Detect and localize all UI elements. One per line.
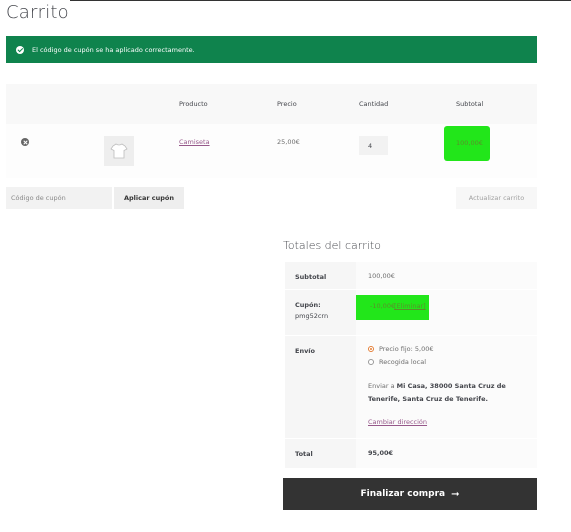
shipping-flat-label[interactable]: Precio fijo: 5,00€ (379, 345, 434, 353)
cart-table-header: Producto Precio Cantidad Subtotal (6, 84, 537, 124)
coupon-cell: -10,00€ [Eliminar] (356, 290, 537, 335)
checkout-label: Finalizar compra (360, 489, 446, 499)
product-price: 25,00€ (277, 138, 300, 146)
page-title: Carrito (6, 2, 69, 23)
tshirt-icon (110, 143, 128, 159)
coupon-discount: -10,00€ (370, 302, 396, 310)
row-subtotal: 100,00€ (456, 139, 483, 147)
total-value: 95,00€ (368, 449, 394, 457)
table-row: Camiseta 25,00€ 4 100,00€ (6, 124, 537, 178)
coupon-row: Cupón: pmg52crn -10,00€ [Eliminar] (285, 290, 537, 335)
shipping-flat-radio[interactable] (368, 346, 374, 352)
coupon-code: pmg52crn (295, 312, 329, 320)
apply-coupon-button[interactable]: Aplicar cupón (114, 187, 184, 209)
subtotal-cell: 100,00€ (356, 262, 537, 289)
remove-item-icon[interactable] (21, 138, 29, 146)
cart-totals-title: Totales del carrito (283, 239, 381, 252)
shipping-cell: Precio fijo: 5,00€ Recogida local Enviar… (356, 336, 537, 438)
total-row: Total 95,00€ (285, 439, 537, 468)
shipping-label: Envío (285, 336, 356, 438)
header-price: Precio (277, 100, 297, 108)
arrow-right-icon: ➞ (451, 488, 460, 500)
shipping-pickup-label[interactable]: Recogida local (379, 358, 426, 366)
total-cell: 95,00€ (356, 439, 537, 468)
header-product: Producto (179, 100, 208, 108)
notice-text: El código de cupón se ha aplicado correc… (32, 45, 195, 54)
check-circle-icon (16, 45, 24, 54)
success-notice: El código de cupón se ha aplicado correc… (6, 36, 537, 63)
product-link[interactable]: Camiseta (179, 138, 210, 146)
subtotal-value: 100,00€ (368, 272, 395, 280)
ship-to-text: Enviar a Mi Casa, 38000 Santa Cruz de Te… (368, 380, 508, 406)
shipping-row: Envío Precio fijo: 5,00€ Recogida local … (285, 336, 537, 438)
coupon-label: Cupón: (295, 301, 321, 309)
update-cart-button[interactable]: Actualizar carrito (456, 187, 537, 209)
cart-totals-table: Subtotal 100,00€ Cupón: pmg52crn -10,00€… (285, 262, 537, 468)
subtotal-label: Subtotal (285, 262, 356, 289)
header-subtotal: Subtotal (456, 100, 484, 108)
shipping-pickup-radio[interactable] (368, 359, 374, 365)
subtotal-row: Subtotal 100,00€ (285, 262, 537, 289)
coupon-code-input[interactable]: Código de cupón (6, 187, 112, 209)
checkout-button[interactable]: Finalizar compra ➞ (283, 478, 537, 510)
remove-coupon-link[interactable]: [Eliminar] (394, 302, 426, 310)
quantity-input[interactable]: 4 (359, 136, 388, 155)
ship-to-prefix: Enviar a (368, 382, 395, 390)
change-address-link[interactable]: Cambiar dirección (368, 418, 427, 426)
total-label: Total (285, 439, 356, 468)
product-thumbnail[interactable] (104, 136, 134, 166)
top-border (70, 0, 571, 1)
coupon-label-cell: Cupón: pmg52crn (285, 290, 356, 335)
header-quantity: Cantidad (359, 100, 389, 108)
